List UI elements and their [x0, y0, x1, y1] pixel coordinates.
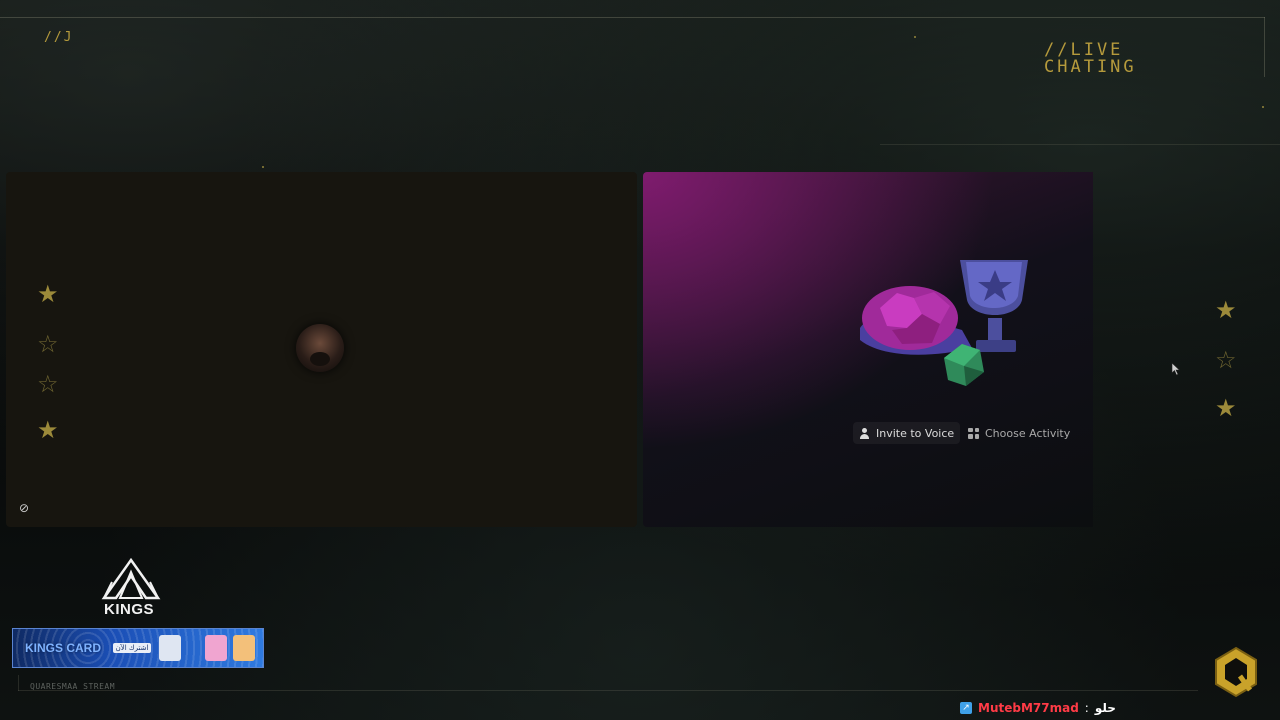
star-icon: ★: [1215, 394, 1237, 422]
chat-message-text: حلو: [1094, 701, 1116, 715]
frame-mid-line: [880, 144, 1280, 145]
user-add-icon: [859, 427, 870, 439]
mouse-cursor-icon: [1171, 362, 1181, 376]
dust-particle: [914, 36, 916, 38]
activity-grid-icon: [968, 427, 979, 439]
gamepad-icon: [159, 635, 181, 661]
banner-label: KINGS CARD: [25, 641, 102, 655]
corner-tag: //J: [44, 30, 74, 45]
mute-icon[interactable]: ⊘: [17, 501, 31, 515]
frame-top-line: [0, 17, 1265, 18]
star-icon: ★: [1215, 296, 1237, 324]
activity-label: Choose Activity: [985, 426, 1071, 440]
chat-username: MutebM77mad: [978, 701, 1079, 715]
dust-particle: [262, 166, 264, 168]
star-outline-icon: ☆: [37, 370, 59, 398]
star-icon: ★: [37, 280, 59, 308]
star-icon: ★: [37, 416, 59, 444]
chat-badge-icon: ↗: [960, 702, 972, 714]
channel-emblem-icon: [1215, 646, 1257, 698]
stream-label: QUARESMAA STREAM: [30, 682, 116, 691]
live-chatting-title: //LIVE CHATING: [1044, 42, 1184, 76]
frame-bottom-line: [18, 690, 1198, 691]
frame-bottom-left-line: [18, 675, 19, 691]
chat-message-row: ↗ MutebM77mad : حلو: [960, 700, 1116, 716]
gift-card-icon: [205, 635, 227, 661]
star-outline-icon: ☆: [37, 330, 59, 358]
banner-cta[interactable]: اشترك الآن: [113, 643, 151, 653]
device-icon: [233, 635, 255, 661]
frame-right-line: [1264, 17, 1265, 77]
dust-particle: [1262, 106, 1264, 108]
invite-label: Invite to Voice: [876, 426, 955, 440]
kings-logo-icon: [101, 558, 161, 600]
star-outline-icon: ☆: [1215, 346, 1237, 374]
kings-logo-text: KINGS: [104, 601, 155, 618]
invite-to-voice-button[interactable]: Invite to Voice: [853, 422, 961, 444]
live-title-line2: CHATING: [1044, 57, 1137, 77]
sponsor-banner[interactable]: KINGS CARD اشترك الآن: [12, 628, 264, 668]
choose-activity-button[interactable]: Choose Activity: [962, 422, 1076, 444]
user-avatar[interactable]: [296, 324, 344, 372]
chat-separator: :: [1084, 701, 1089, 715]
trophy-activity-illustration: [860, 260, 1028, 386]
